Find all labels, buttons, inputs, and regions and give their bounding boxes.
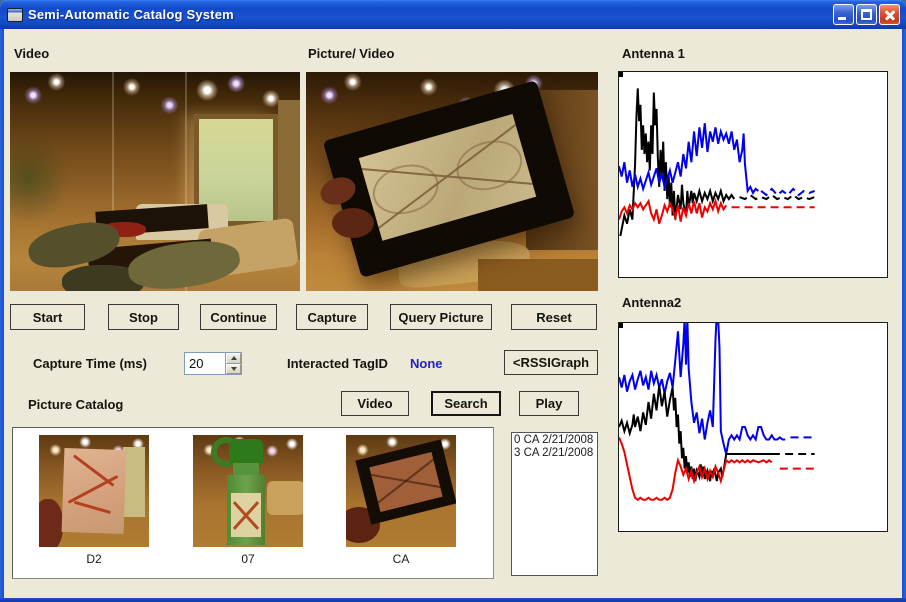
sofa (267, 481, 303, 515)
capture-time-stepper[interactable]: 20 (184, 352, 242, 375)
interacted-tagid-value: None (410, 356, 443, 371)
app-icon (7, 8, 23, 22)
picture-catalog-label: Picture Catalog (28, 397, 123, 412)
antenna2-label: Antenna2 (622, 295, 681, 310)
close-button[interactable] (879, 4, 900, 25)
search-button[interactable]: Search (431, 391, 501, 416)
window-border-right (902, 29, 906, 602)
reset-button[interactable]: Reset (511, 304, 597, 330)
maximize-button[interactable] (856, 4, 877, 25)
catalog-thumbnail-d2[interactable] (39, 435, 149, 547)
capture-button[interactable]: Capture (296, 304, 368, 330)
sketch-loop (367, 157, 445, 222)
window-title: Semi-Automatic Catalog System (28, 7, 234, 22)
interacted-tagid-label: Interacted TagID (287, 356, 388, 371)
tagged-bag (62, 448, 127, 534)
play-button[interactable]: Play (519, 391, 579, 416)
stepper-down-icon[interactable] (226, 364, 241, 375)
shadow-blob (39, 499, 63, 547)
chart-origin-mark (619, 323, 623, 328)
plants-reflection (10, 134, 70, 224)
minimize-button[interactable] (833, 4, 854, 25)
antenna1-label: Antenna 1 (622, 46, 685, 61)
stop-button[interactable]: Stop (108, 304, 179, 330)
rssi-graph-button[interactable]: <RSSIGraph (504, 350, 598, 375)
antenna2-chart (618, 322, 888, 532)
video-mode-button[interactable]: Video (341, 391, 409, 416)
interaction-log-list[interactable]: 0 CA 2/21/2008 8:2 3 CA 2/21/2008 8:2 (511, 432, 598, 576)
catalog-thumbnail-ca[interactable] (346, 435, 456, 547)
bright-window (123, 447, 145, 517)
picture-video-image (306, 72, 598, 291)
minimize-icon (838, 17, 846, 20)
catalog-thumbnail-07[interactable] (193, 435, 303, 547)
stepper-arrows (225, 353, 241, 374)
window-border-left (0, 29, 4, 602)
bottle-cap (229, 439, 263, 465)
thumbnail-caption: D2 (39, 552, 149, 566)
capture-time-value[interactable]: 20 (185, 353, 225, 374)
antenna1-chart (618, 71, 888, 278)
window-border-bottom (0, 598, 906, 602)
finger (332, 208, 374, 238)
list-item[interactable]: 0 CA 2/21/2008 8:2 (512, 433, 597, 446)
chart-origin-mark (619, 72, 623, 77)
picture-catalog-panel: D2 07 CA (12, 427, 494, 579)
continue-button[interactable]: Continue (200, 304, 277, 330)
thumbnail-caption: CA (346, 552, 456, 566)
red-scribble (68, 475, 119, 504)
maximize-icon (861, 9, 872, 20)
capture-time-label: Capture Time (ms) (33, 356, 147, 371)
frame-screen (369, 452, 442, 512)
sketch-x (376, 458, 436, 505)
window-controls (833, 4, 900, 25)
list-item[interactable]: 3 CA 2/21/2008 8:2 (512, 446, 597, 459)
start-button[interactable]: Start (10, 304, 85, 330)
app-window: Semi-Automatic Catalog System Video Pict… (0, 0, 906, 602)
query-picture-button[interactable]: Query Picture (390, 304, 492, 330)
titlebar[interactable]: Semi-Automatic Catalog System (0, 0, 906, 29)
table-edge (478, 259, 598, 291)
red-scribble (74, 501, 112, 514)
stepper-up-icon[interactable] (226, 353, 241, 364)
picture-video-label: Picture/ Video (308, 46, 394, 61)
bottle-label (231, 493, 261, 537)
frame-screen (359, 114, 537, 241)
video-frame-image (10, 72, 300, 291)
video-label: Video (14, 46, 49, 61)
thumbnail-caption: 07 (193, 552, 303, 566)
